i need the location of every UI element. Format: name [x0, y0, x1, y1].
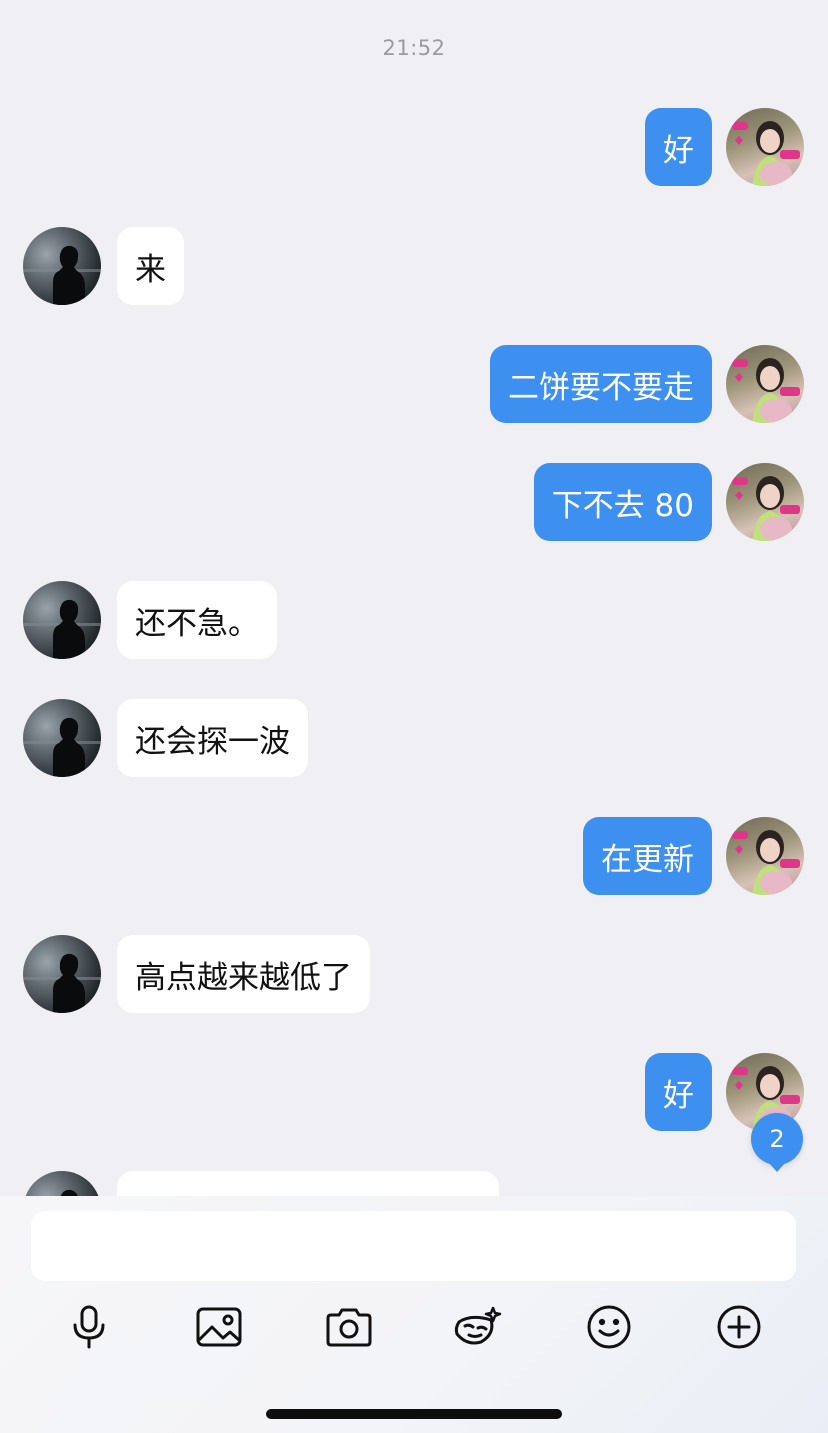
message-row-incoming: 还不急。 [0, 581, 828, 659]
message-bubble-outgoing[interactable]: 好 [645, 1053, 712, 1131]
message-bubble-outgoing[interactable]: 二饼要不要走 [490, 345, 712, 423]
contact-avatar[interactable] [23, 935, 101, 1013]
message-row-incoming: 来 [0, 227, 828, 305]
composer-bar [0, 1196, 828, 1433]
image-icon [196, 1307, 242, 1347]
microphone-button[interactable] [61, 1301, 117, 1353]
unread-count-badge[interactable]: 2 [751, 1113, 803, 1172]
sticker-button[interactable] [449, 1301, 505, 1353]
camera-button[interactable] [321, 1301, 377, 1353]
emoji-button[interactable] [581, 1301, 637, 1353]
message-row-outgoing: 在更新 [0, 817, 828, 895]
contact-avatar[interactable] [23, 581, 101, 659]
message-row-incoming-partial [0, 1171, 828, 1196]
my-avatar[interactable] [726, 345, 804, 423]
sticker-icon [454, 1306, 502, 1345]
more-button[interactable] [711, 1301, 767, 1353]
camera-icon [326, 1308, 372, 1347]
my-avatar[interactable] [726, 463, 804, 541]
message-input[interactable] [31, 1211, 796, 1281]
contact-avatar[interactable] [23, 227, 101, 305]
message-bubble-outgoing[interactable]: 在更新 [583, 817, 712, 895]
message-row-outgoing: 好 [0, 108, 828, 186]
chat-message-list[interactable]: 21:52 好 来 二饼要不要走 下不去 80 还不急。 还会探一波 在更新 高… [0, 0, 828, 1196]
my-avatar[interactable] [726, 108, 804, 186]
message-bubble-incoming[interactable] [117, 1171, 499, 1196]
timestamp: 21:52 [382, 36, 446, 60]
message-bubble-incoming[interactable]: 还会探一波 [117, 699, 308, 777]
home-indicator [266, 1409, 562, 1419]
message-bubble-incoming[interactable]: 还不急。 [117, 581, 277, 659]
message-row-incoming: 还会探一波 [0, 699, 828, 777]
message-bubble-incoming[interactable]: 高点越来越低了 [117, 935, 370, 1013]
message-bubble-outgoing[interactable]: 好 [645, 108, 712, 186]
message-bubble-outgoing[interactable]: 下不去 80 [533, 463, 712, 541]
plus-icon [717, 1305, 761, 1349]
message-row-outgoing: 下不去 80 [0, 463, 828, 541]
microphone-icon [73, 1305, 105, 1349]
my-avatar[interactable] [726, 817, 804, 895]
message-row-outgoing: 好 [0, 1053, 828, 1131]
message-row-outgoing: 二饼要不要走 [0, 345, 828, 423]
contact-avatar[interactable] [23, 699, 101, 777]
emoji-icon [587, 1305, 631, 1349]
image-button[interactable] [191, 1301, 247, 1353]
contact-avatar[interactable] [23, 1171, 101, 1196]
message-bubble-incoming[interactable]: 来 [117, 227, 184, 305]
message-row-incoming: 高点越来越低了 [0, 935, 828, 1013]
